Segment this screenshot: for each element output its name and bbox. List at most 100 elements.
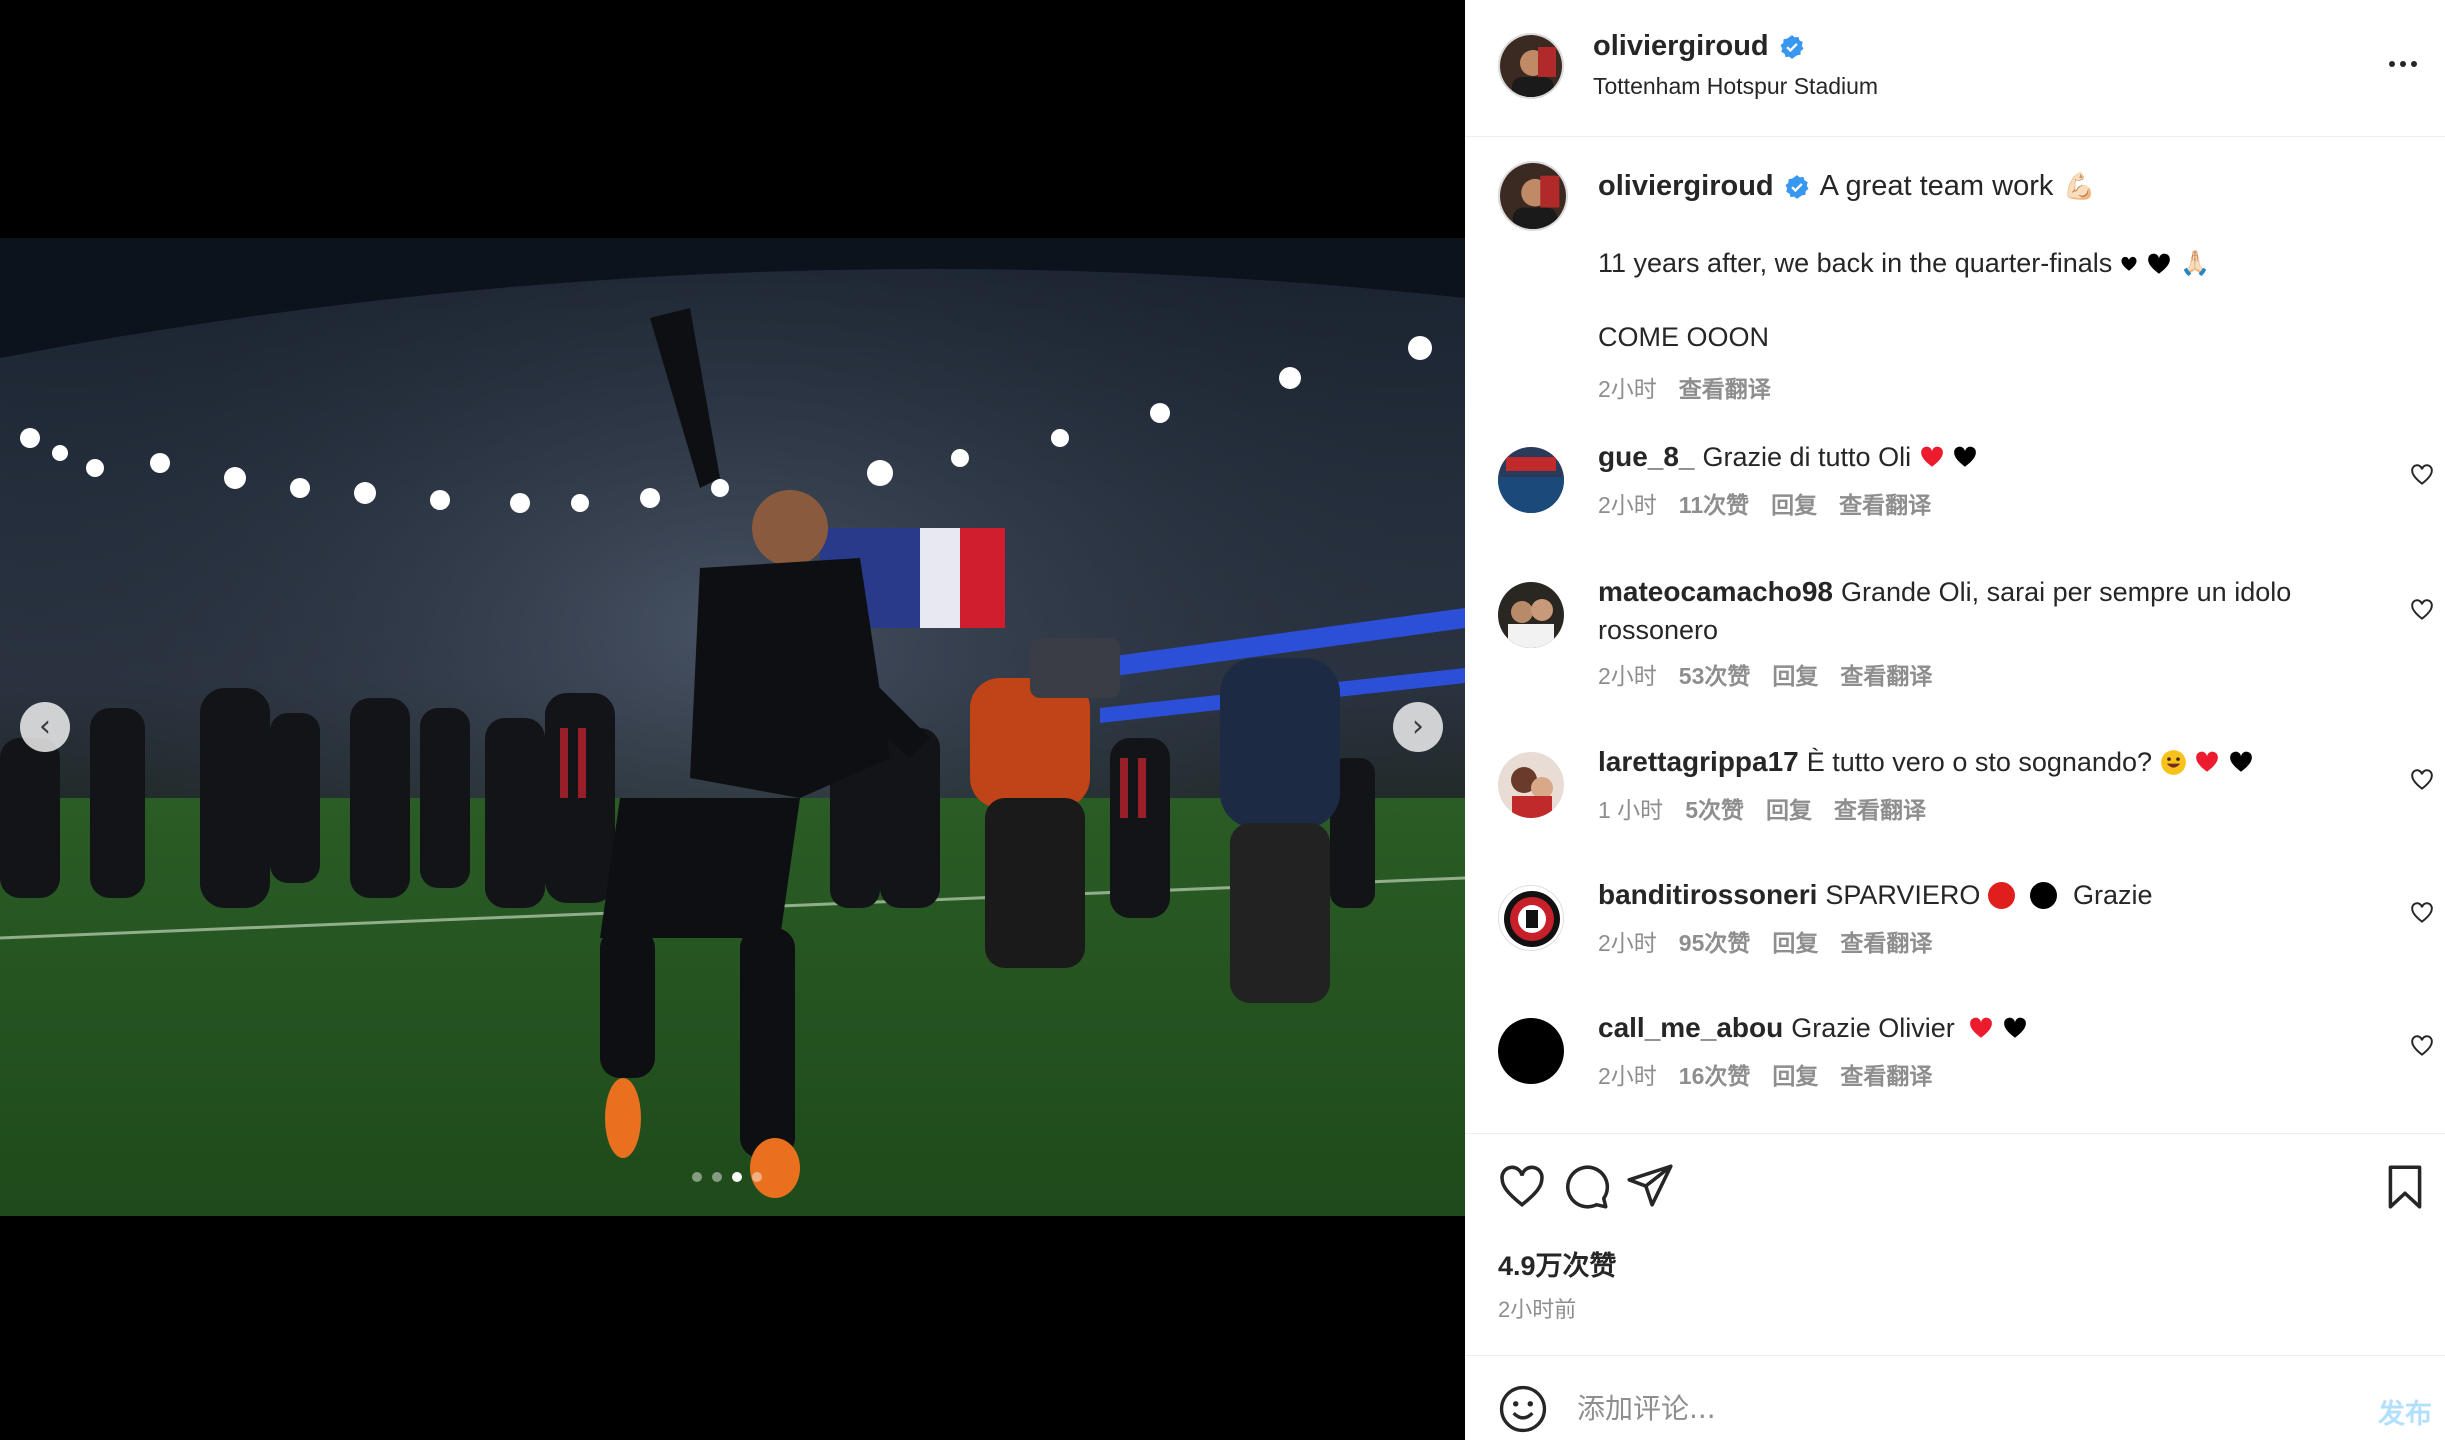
comment-meta: 1 小时 5次赞 回复 查看翻译: [1598, 791, 1926, 825]
reply-button[interactable]: 回复: [1772, 657, 1818, 691]
more-options-button[interactable]: [2381, 46, 2425, 82]
commenter-avatar[interactable]: [1498, 885, 1564, 951]
comment-time[interactable]: 2小时: [1598, 486, 1657, 520]
comment-likes-count[interactable]: 11次赞: [1679, 486, 1749, 520]
like-comment-heart-icon[interactable]: [2409, 462, 2435, 488]
caption-text: A great team work: [1819, 170, 2054, 202]
like-comment-heart-icon[interactable]: [2409, 597, 2435, 623]
red-heart-icon: [1920, 446, 1943, 467]
carousel-dot: [692, 1172, 702, 1182]
comment-text: Grazie di tutto Oli: [1702, 442, 1912, 472]
comment-likes-count[interactable]: 53次赞: [1679, 657, 1751, 691]
see-translation-button[interactable]: 查看翻译: [1679, 370, 1771, 404]
carousel-dot: [752, 1172, 762, 1182]
carousel-prev-button[interactable]: ‹: [20, 702, 70, 752]
comment-text: È tutto vero o sto sognando?: [1806, 747, 2152, 777]
carousel-next-button[interactable]: ›: [1393, 702, 1443, 752]
comment-meta: 2小时 16次赞 回复 查看翻译: [1598, 1057, 1932, 1091]
author-avatar[interactable]: [1498, 33, 1564, 99]
post-comment-button[interactable]: 发布: [2378, 1392, 2432, 1431]
comment-text: Grazie Olivier: [1791, 1013, 1955, 1043]
media-viewer: ‹ ›: [0, 0, 1465, 1440]
post-timestamp[interactable]: 2小时前: [1498, 1292, 1576, 1324]
caption-username[interactable]: oliviergiroud: [1598, 170, 1774, 203]
see-translation-button[interactable]: 查看翻译: [1840, 924, 1932, 958]
author-username[interactable]: oliviergiroud: [1593, 30, 1769, 63]
like-comment-heart-icon[interactable]: [2409, 1033, 2435, 1059]
reply-button[interactable]: 回复: [1771, 486, 1817, 520]
grinning-face-emoji-icon: [2160, 750, 2186, 775]
black-circle-emoji-icon: [2030, 882, 2058, 909]
carousel-dot: [712, 1172, 722, 1182]
caption-time[interactable]: 2小时: [1598, 370, 1657, 404]
comment-text-suffix: Grazie: [2072, 880, 2153, 910]
share-icon[interactable]: [1625, 1160, 1675, 1210]
praying-hands-emoji: 🙏🏻: [2180, 250, 2211, 277]
commenter-username[interactable]: gue_8_: [1598, 441, 1695, 472]
comment-time[interactable]: 2小时: [1598, 1057, 1657, 1091]
caption-meta: 2小时 查看翻译: [1598, 370, 1771, 404]
comment-time[interactable]: 2小时: [1598, 924, 1657, 958]
commenter-avatar[interactable]: [1498, 582, 1564, 648]
black-heart-small-icon: [2121, 256, 2137, 271]
see-translation-button[interactable]: 查看翻译: [1840, 1057, 1932, 1091]
red-heart-icon: [2196, 751, 2218, 772]
comment-likes-count[interactable]: 5次赞: [1685, 791, 1744, 825]
see-translation-button[interactable]: 查看翻译: [1840, 657, 1932, 691]
reply-button[interactable]: 回复: [1766, 791, 1812, 825]
reply-button[interactable]: 回复: [1772, 924, 1818, 958]
post-location[interactable]: Tottenham Hotspur Stadium: [1593, 73, 1878, 100]
flexed-biceps-emoji: 💪🏻: [2063, 171, 2096, 201]
caption-text: 11 years after, we back in the quarter-f…: [1598, 248, 2113, 278]
commenter-username[interactable]: call_me_abou: [1598, 1012, 1783, 1043]
comment-likes-count[interactable]: 16次赞: [1679, 1057, 1751, 1091]
post-photo: [0, 238, 1465, 1216]
comment-time[interactable]: 1 小时: [1598, 791, 1663, 825]
commenter-username[interactable]: banditirossoneri: [1598, 879, 1817, 910]
black-heart-icon: [2003, 1017, 2026, 1038]
caption-author-avatar[interactable]: [1498, 161, 1568, 231]
post-actions: 4.9万次赞 2小时前: [1465, 1133, 2445, 1355]
carousel-dot-active: [732, 1172, 742, 1182]
like-comment-heart-icon[interactable]: [2409, 900, 2435, 926]
commenter-username[interactable]: larettagrippa17: [1598, 746, 1799, 777]
commenter-avatar[interactable]: [1498, 752, 1564, 818]
red-heart-icon: [1970, 1017, 1993, 1038]
caption-second-line: 11 years after, we back in the quarter-f…: [1598, 248, 2210, 279]
black-heart-icon: [2229, 751, 2252, 772]
black-heart-icon: [2148, 253, 2171, 274]
post-details-panel: oliviergiroud Tottenham Hotspur Stadium …: [1465, 0, 2445, 1440]
chevron-left-icon: ‹: [39, 709, 51, 744]
verified-badge-icon: [1785, 174, 1809, 199]
black-heart-icon: [1954, 446, 1976, 467]
caption-first-line: oliviergiroud A great team work 💪🏻: [1598, 170, 2096, 203]
bookmark-icon[interactable]: [2380, 1162, 2430, 1212]
emoji-icon[interactable]: [1498, 1384, 1548, 1434]
see-translation-button[interactable]: 查看翻译: [1834, 791, 1926, 825]
comment-text: SPARVIERO: [1825, 880, 1981, 910]
heart-icon[interactable]: [1497, 1162, 1547, 1212]
see-translation-button[interactable]: 查看翻译: [1839, 486, 1931, 520]
reply-button[interactable]: 回复: [1772, 1057, 1818, 1091]
add-comment-input[interactable]: [1577, 1378, 2277, 1438]
commenter-avatar[interactable]: [1498, 447, 1564, 513]
chevron-right-icon: ›: [1412, 709, 1424, 744]
caption-third-line: COME OOON: [1598, 322, 1770, 352]
post-header: oliviergiroud Tottenham Hotspur Stadium: [1465, 0, 2445, 137]
commenter-username[interactable]: mateocamacho98: [1598, 576, 1833, 607]
comment-icon[interactable]: [1561, 1162, 1611, 1212]
comment-time[interactable]: 2小时: [1598, 657, 1657, 691]
stadium-celebration-image: [0, 238, 1465, 1216]
red-circle-emoji-icon: [1987, 882, 2015, 909]
verified-badge-icon: [1780, 34, 1804, 59]
comment-meta: 2小时 11次赞 回复 查看翻译: [1598, 486, 1931, 520]
comments-list: oliviergiroud A great team work 💪🏻 11 ye…: [1465, 138, 2445, 1132]
comment-composer: 发布: [1465, 1355, 2445, 1440]
commenter-avatar[interactable]: [1498, 1018, 1564, 1084]
more-options-icon: [2389, 61, 2395, 67]
likes-count[interactable]: 4.9万次赞: [1498, 1244, 1617, 1283]
comment-meta: 2小时 95次赞 回复 查看翻译: [1598, 924, 1932, 958]
comment-likes-count[interactable]: 95次赞: [1679, 924, 1751, 958]
like-comment-heart-icon[interactable]: [2409, 767, 2435, 793]
carousel-indicator: [692, 1172, 762, 1182]
